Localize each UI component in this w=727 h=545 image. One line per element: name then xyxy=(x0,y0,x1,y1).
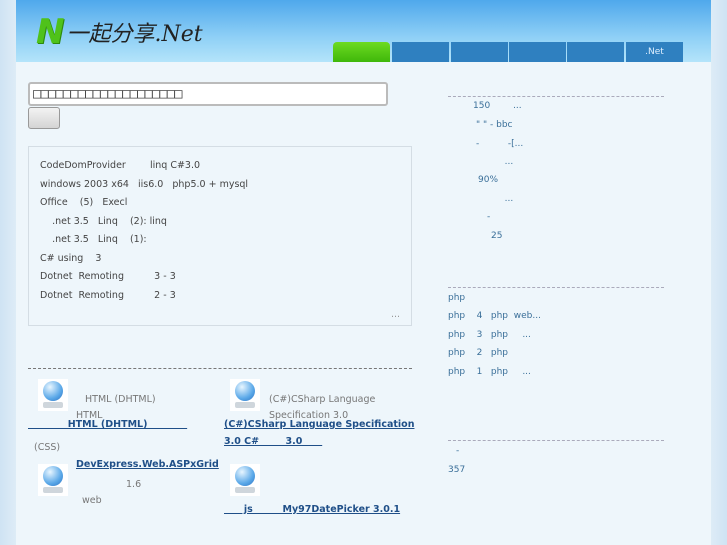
more-link[interactable]: ... xyxy=(391,309,400,320)
divider xyxy=(448,287,664,288)
globe-icon xyxy=(38,464,68,496)
news-item[interactable]: 90% xyxy=(478,175,498,185)
page: N 一起分享.Net .Net □□□□□□□□□□□□□□□□□□□□ Code… xyxy=(16,0,711,545)
news-item[interactable]: - xyxy=(487,212,490,222)
download-desc: 1.6 xyxy=(126,479,142,490)
logo-text: 一起分享.Net xyxy=(66,22,203,47)
nav-tab-4[interactable] xyxy=(509,42,566,62)
article-link[interactable]: windows 2003 x64 iis6.0 php5.0 + mysql xyxy=(40,179,248,190)
divider xyxy=(448,96,664,97)
stats-text: - xyxy=(456,446,460,456)
download-desc: (CSS) xyxy=(34,442,61,453)
nav-tab-3[interactable] xyxy=(451,42,508,62)
stats-count: 357 xyxy=(448,465,466,475)
article-link[interactable]: .net 3.5 Linq (1): xyxy=(40,234,147,245)
download-desc: HTML (DHTML) xyxy=(85,394,156,405)
article-list: CodeDomProvider linq C#3.0 windows 2003 … xyxy=(28,146,412,326)
download-link[interactable]: DevExpress.Web.ASPxGrid xyxy=(76,459,219,470)
globe-icon xyxy=(38,379,68,411)
search-button[interactable] xyxy=(28,107,60,129)
article-link[interactable]: C# using 3 xyxy=(40,253,101,264)
php-item[interactable]: php 4 php web... xyxy=(448,311,541,321)
globe-icon xyxy=(230,464,260,496)
news-item[interactable]: ... xyxy=(476,194,514,204)
news-item[interactable]: 25 xyxy=(491,231,502,241)
php-item[interactable]: php 2 php xyxy=(448,348,508,358)
php-item[interactable]: php 1 php ... xyxy=(448,367,531,377)
download-desc: (C#)CSharp Language xyxy=(269,394,376,405)
nav-tab-2[interactable] xyxy=(392,42,449,62)
news-item[interactable]: ... xyxy=(476,157,514,167)
article-link[interactable]: Dotnet Remoting 2 - 3 xyxy=(40,290,176,301)
article-link[interactable]: .net 3.5 Linq (2): linq xyxy=(40,216,167,227)
globe-icon xyxy=(230,379,260,411)
search-input[interactable]: □□□□□□□□□□□□□□□□□□□□ xyxy=(28,82,388,106)
news-item[interactable]: " " - bbc xyxy=(476,120,512,130)
article-link[interactable]: CodeDomProvider linq C#3.0 xyxy=(40,160,200,171)
download-desc: web xyxy=(82,495,102,506)
nav-tab-5[interactable] xyxy=(567,42,624,62)
divider xyxy=(28,368,412,369)
php-item[interactable]: php xyxy=(448,293,465,303)
php-item[interactable]: php 3 php ... xyxy=(448,330,531,340)
download-link[interactable]: HTML (DHTML) xyxy=(28,419,187,430)
news-item[interactable]: - -[... xyxy=(476,139,523,149)
nav-tab-net[interactable]: .Net xyxy=(626,42,683,62)
article-link[interactable]: Office (5) Execl xyxy=(40,197,127,208)
header: N 一起分享.Net .Net xyxy=(16,0,711,62)
download-link[interactable]: 3.0 C# 3.0 xyxy=(224,436,322,447)
article-link[interactable]: Dotnet Remoting 3 - 3 xyxy=(40,271,176,282)
nav-tab-home[interactable] xyxy=(333,42,390,62)
news-item[interactable]: 150 ... xyxy=(473,101,522,111)
download-link[interactable]: js My97DatePicker 3.0.1 xyxy=(224,504,400,515)
download-link[interactable]: (C#)CSharp Language Specification xyxy=(224,419,414,430)
site-logo[interactable]: N 一起分享.Net xyxy=(36,12,203,52)
divider xyxy=(448,440,664,441)
